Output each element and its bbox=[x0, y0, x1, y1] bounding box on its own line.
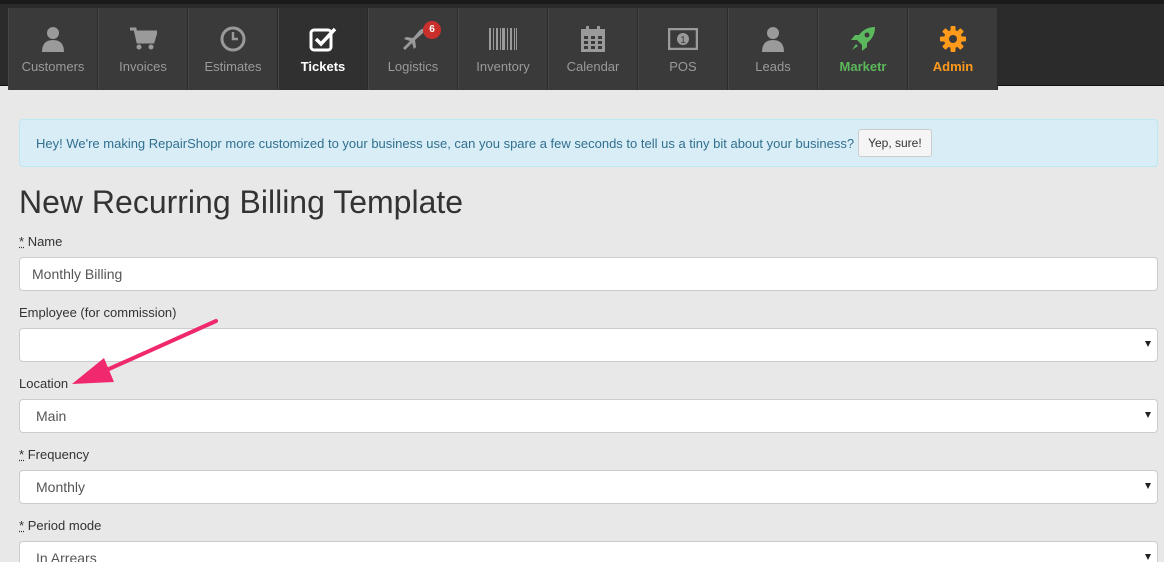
nav-label-customers: Customers bbox=[22, 59, 85, 74]
required-marker: * bbox=[19, 447, 24, 462]
nav-label-pos: POS bbox=[669, 59, 696, 74]
frequency-label-text: Frequency bbox=[28, 447, 89, 462]
name-input[interactable]: Monthly Billing bbox=[19, 257, 1158, 291]
frequency-select[interactable]: Monthly bbox=[19, 470, 1158, 504]
notification-badge: 6 bbox=[423, 21, 441, 39]
gear-icon bbox=[937, 24, 969, 54]
barcode-icon bbox=[487, 24, 519, 54]
name-input-value: Monthly Billing bbox=[32, 266, 122, 282]
frequency-select-value: Monthly bbox=[36, 479, 85, 495]
chevron-down-icon bbox=[1145, 554, 1151, 560]
nav-label-estimates: Estimates bbox=[204, 59, 261, 74]
nav-item-invoices[interactable]: Invoices bbox=[98, 8, 188, 90]
nav-item-marketr[interactable]: Marketr bbox=[818, 8, 908, 90]
yep-sure-button[interactable]: Yep, sure! bbox=[858, 129, 932, 157]
chevron-down-icon bbox=[1145, 341, 1151, 347]
period-mode-select[interactable]: In Arrears bbox=[19, 541, 1158, 562]
nav-item-admin[interactable]: Admin bbox=[908, 8, 998, 90]
info-alert: Hey! We're making RepairShopr more custo… bbox=[19, 119, 1158, 167]
nav-label-inventory: Inventory bbox=[476, 59, 529, 74]
nav-label-tickets: Tickets bbox=[301, 59, 346, 74]
nav-label-calendar: Calendar bbox=[567, 59, 620, 74]
location-select[interactable]: Main bbox=[19, 399, 1158, 433]
employee-label: Employee (for commission) bbox=[19, 305, 177, 320]
calendar-icon bbox=[577, 24, 609, 54]
svg-text:1: 1 bbox=[680, 35, 686, 46]
page-title: New Recurring Billing Template bbox=[19, 184, 463, 221]
nav-label-invoices: Invoices bbox=[119, 59, 167, 74]
alert-message: Hey! We're making RepairShopr more custo… bbox=[36, 136, 854, 151]
period-mode-label-text: Period mode bbox=[28, 518, 102, 533]
user-icon bbox=[757, 24, 789, 54]
rocket-icon bbox=[847, 24, 879, 54]
cart-icon bbox=[127, 24, 159, 54]
name-label: * Name bbox=[19, 234, 62, 249]
checkbox-icon bbox=[307, 24, 339, 54]
chevron-down-icon bbox=[1145, 412, 1151, 418]
clock-icon bbox=[217, 24, 249, 54]
period-mode-label: * Period mode bbox=[19, 518, 101, 533]
location-select-value: Main bbox=[36, 408, 66, 424]
required-marker: * bbox=[19, 234, 24, 249]
required-marker: * bbox=[19, 518, 24, 533]
nav-item-calendar[interactable]: Calendar bbox=[548, 8, 638, 90]
name-label-text: Name bbox=[28, 234, 63, 249]
frequency-label: * Frequency bbox=[19, 447, 89, 462]
nav-item-estimates[interactable]: Estimates bbox=[188, 8, 278, 90]
nav-label-logistics: Logistics bbox=[388, 59, 439, 74]
user-icon bbox=[37, 24, 69, 54]
nav-item-leads[interactable]: Leads bbox=[728, 8, 818, 90]
location-label: Location bbox=[19, 376, 68, 391]
period-mode-select-value: In Arrears bbox=[36, 550, 97, 562]
nav-item-logistics[interactable]: 6 Logistics bbox=[368, 8, 458, 90]
money-icon: 1 bbox=[667, 24, 699, 54]
nav-item-inventory[interactable]: Inventory bbox=[458, 8, 548, 90]
top-navigation-bar: Customers Invoices Estimates Tickets 6 L… bbox=[0, 0, 1164, 86]
nav-label-marketr: Marketr bbox=[840, 59, 887, 74]
main-nav: Customers Invoices Estimates Tickets 6 L… bbox=[8, 8, 998, 90]
nav-item-tickets[interactable]: Tickets bbox=[278, 8, 368, 90]
nav-item-pos[interactable]: 1 POS bbox=[638, 8, 728, 90]
chevron-down-icon bbox=[1145, 483, 1151, 489]
nav-item-customers[interactable]: Customers bbox=[8, 8, 98, 90]
nav-label-admin: Admin bbox=[933, 59, 973, 74]
employee-select[interactable] bbox=[19, 328, 1158, 362]
nav-label-leads: Leads bbox=[755, 59, 790, 74]
